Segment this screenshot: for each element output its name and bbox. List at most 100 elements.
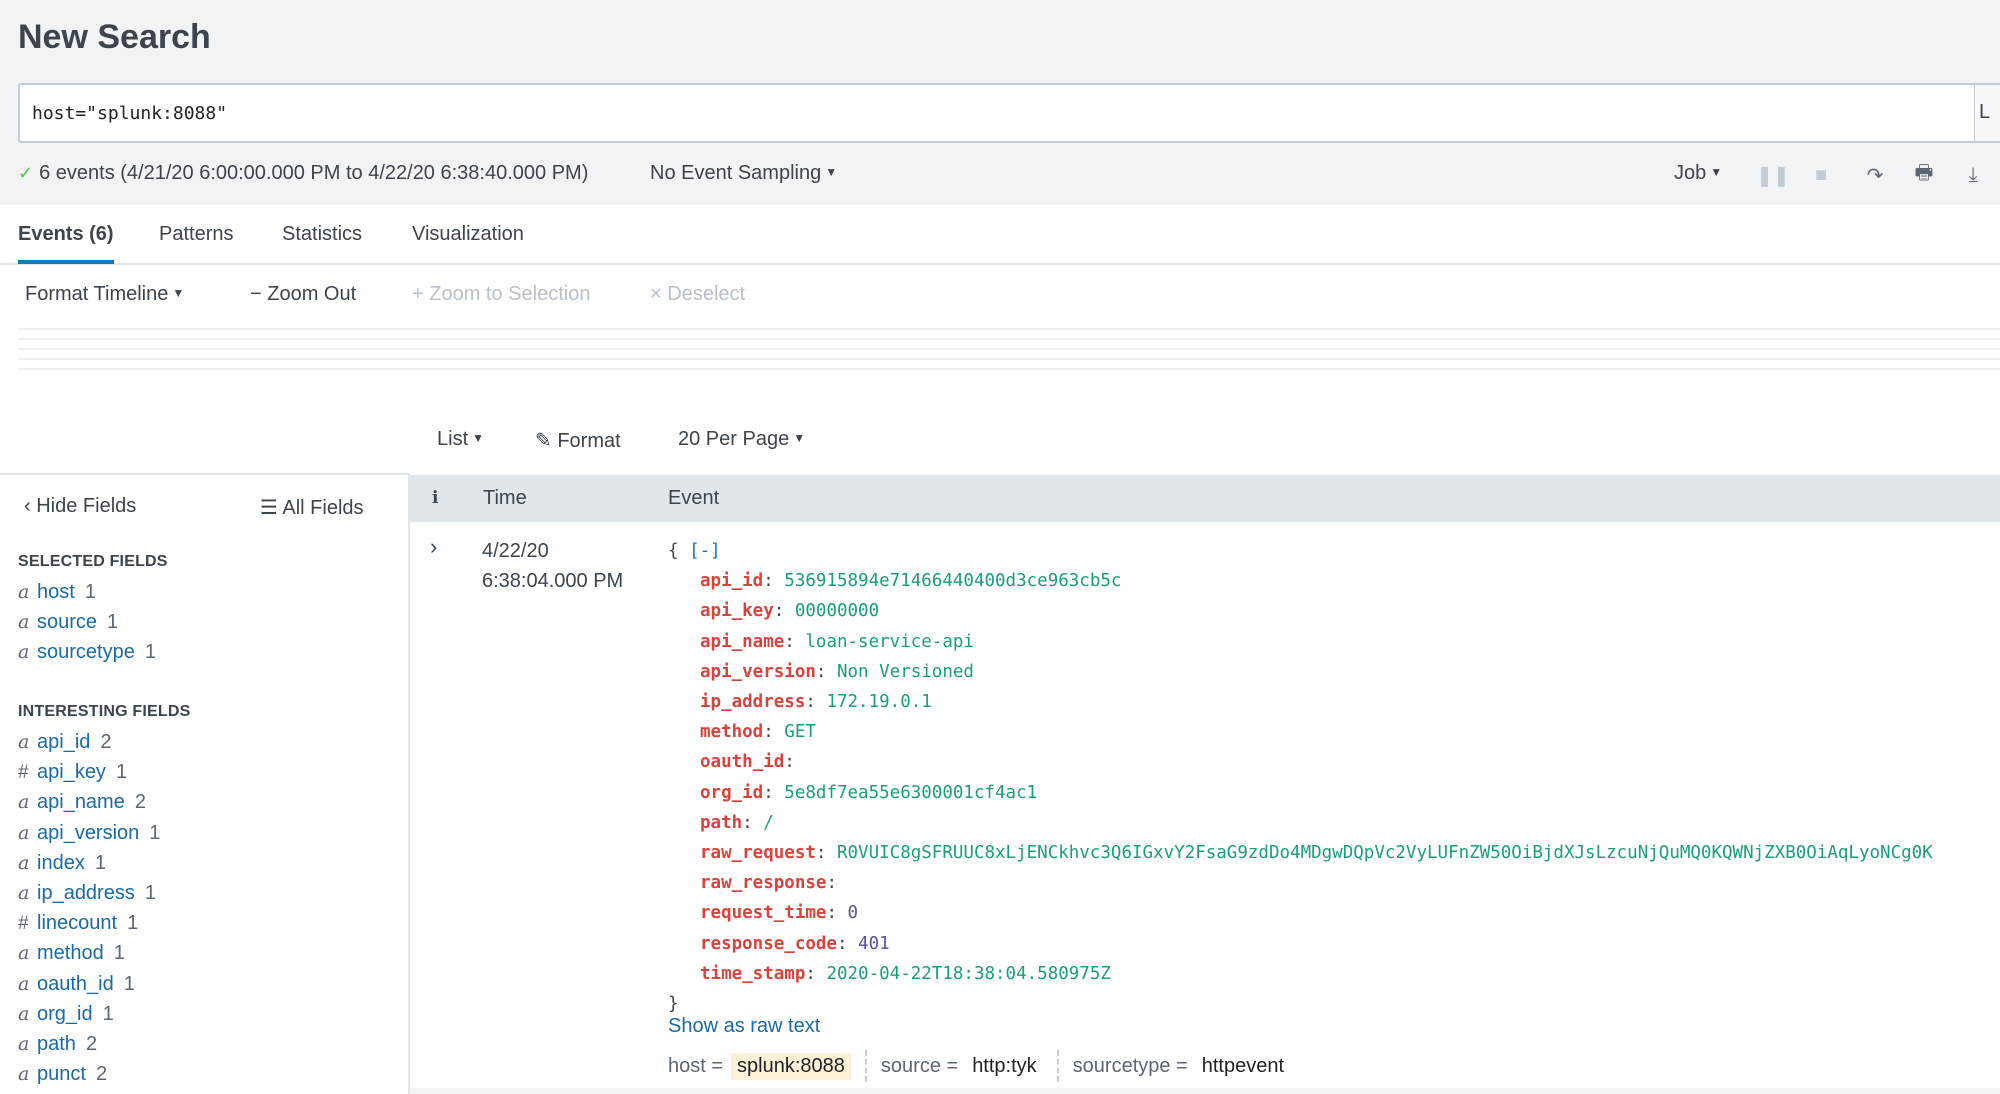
field-name[interactable]: index xyxy=(37,852,85,875)
json-key[interactable]: raw_response xyxy=(700,873,826,893)
caret-down-icon: ▼ xyxy=(472,431,485,445)
job-menu[interactable]: Job ▼ xyxy=(1674,162,1722,185)
field-value-count: 1 xyxy=(115,761,128,784)
json-value[interactable]: R0VUIC8gSFRUUC8xLjENCkhvc3Q6IGxvY2FsaG9z… xyxy=(837,843,1933,863)
field-name[interactable]: api_name xyxy=(37,791,125,814)
pause-icon[interactable]: ❚❚ xyxy=(1756,160,1790,190)
results-tabs: Events (6) Patterns Statistics Visualiza… xyxy=(0,205,2000,265)
per-page-label: 20 Per Page xyxy=(678,428,790,450)
hide-fields-button[interactable]: ‹ Hide Fields xyxy=(24,495,136,518)
field-item[interactable]: a org_id 1 xyxy=(18,1003,114,1026)
collapse-toggle[interactable]: [-] xyxy=(689,541,721,561)
field-name[interactable]: linecount xyxy=(37,912,117,935)
field-name[interactable]: oauth_id xyxy=(37,973,114,996)
zoom-out-label: Zoom Out xyxy=(267,283,357,305)
json-colon: : xyxy=(805,692,827,713)
close-brace: } xyxy=(668,994,679,1015)
json-key[interactable]: raw_request xyxy=(700,843,816,863)
fields-sidebar: ‹ Hide Fields ☰ All Fields SELECTED FIEL… xyxy=(0,473,410,1094)
json-value[interactable]: 2020-04-22T18:38:04.580975Z xyxy=(826,964,1110,984)
field-item[interactable]: a path 2 xyxy=(18,1033,97,1056)
timeline-chart[interactable] xyxy=(18,328,2000,384)
json-value[interactable]: loan-service-api xyxy=(805,632,974,652)
field-name[interactable]: host xyxy=(37,581,75,604)
field-item[interactable]: a sourcetype 1 xyxy=(18,641,156,664)
zoom-to-selection-button[interactable]: + Zoom to Selection xyxy=(412,283,590,306)
metadata-value[interactable]: splunk:8088 xyxy=(731,1052,851,1080)
json-value[interactable]: 172.19.0.1 xyxy=(826,692,931,712)
json-field-row: response_code: 401 xyxy=(668,929,1933,959)
json-value[interactable]: / xyxy=(763,813,774,833)
json-key[interactable]: api_id xyxy=(700,571,763,591)
field-name[interactable]: punct xyxy=(37,1063,86,1086)
search-input[interactable] xyxy=(20,85,1974,141)
field-name[interactable]: source xyxy=(37,611,97,634)
format-timeline-dropdown[interactable]: Format Timeline ▼ xyxy=(25,283,184,306)
field-item[interactable]: a source 1 xyxy=(18,611,118,634)
field-item[interactable]: a ip_address 1 xyxy=(18,882,156,905)
stop-icon[interactable]: ■ xyxy=(1808,160,1834,190)
json-value[interactable]: 0 xyxy=(848,903,859,923)
json-value[interactable]: Non Versioned xyxy=(837,662,974,682)
field-item[interactable]: a api_id 2 xyxy=(18,731,112,754)
event-sampling-dropdown[interactable]: No Event Sampling ▼ xyxy=(650,162,837,185)
json-key[interactable]: response_code xyxy=(700,934,837,954)
field-item[interactable]: a api_name 2 xyxy=(18,791,146,814)
json-value[interactable]: 5e8df7ea55e6300001cf4ac1 xyxy=(784,783,1037,803)
zoom-out-button[interactable]: − Zoom Out xyxy=(250,283,356,306)
json-key[interactable]: ip_address xyxy=(700,692,805,712)
json-key[interactable]: api_name xyxy=(700,632,784,652)
list-view-dropdown[interactable]: List ▼ xyxy=(437,428,484,451)
open-brace: { xyxy=(668,541,679,561)
field-name[interactable]: path xyxy=(37,1033,76,1056)
event-date: 4/22/20 xyxy=(482,540,549,562)
chevron-right-icon[interactable]: › xyxy=(430,534,437,560)
json-key[interactable]: oauth_id xyxy=(700,752,784,772)
json-key[interactable]: method xyxy=(700,722,763,742)
field-name[interactable]: method xyxy=(37,942,104,965)
field-item[interactable]: a api_version 1 xyxy=(18,822,160,845)
json-key[interactable]: org_id xyxy=(700,783,763,803)
json-value[interactable]: 536915894e71466440400d3ce963cb5c xyxy=(784,571,1121,591)
tab-statistics[interactable]: Statistics xyxy=(282,223,362,260)
json-key[interactable]: path xyxy=(700,813,742,833)
per-page-dropdown[interactable]: 20 Per Page ▼ xyxy=(678,428,805,451)
json-key[interactable]: api_version xyxy=(700,662,816,682)
json-value[interactable]: 401 xyxy=(858,934,890,954)
time-range-picker[interactable]: L xyxy=(1974,83,2000,143)
export-icon[interactable]: ⤓ xyxy=(1960,160,1986,190)
field-name[interactable]: ip_address xyxy=(37,882,135,905)
metadata-value[interactable]: httpevent xyxy=(1196,1053,1290,1080)
field-item[interactable]: a method 1 xyxy=(18,942,125,965)
tab-patterns[interactable]: Patterns xyxy=(159,223,233,260)
search-bar[interactable] xyxy=(18,83,1975,143)
time-column-header[interactable]: Time xyxy=(483,487,527,510)
share-icon[interactable]: ↷ xyxy=(1862,160,1888,190)
json-key[interactable]: time_stamp xyxy=(700,964,805,984)
chevron-left-icon: ‹ xyxy=(24,495,37,517)
field-name[interactable]: org_id xyxy=(37,1003,93,1026)
format-button[interactable]: ✎ Format xyxy=(535,428,621,453)
field-item[interactable]: # api_key 1 xyxy=(18,761,127,784)
tab-events[interactable]: Events (6) xyxy=(18,223,114,264)
all-fields-button[interactable]: ☰ All Fields xyxy=(260,495,364,520)
json-key[interactable]: request_time xyxy=(700,903,826,923)
field-item[interactable]: a oauth_id 1 xyxy=(18,973,135,996)
json-colon: : xyxy=(763,722,785,743)
json-value[interactable]: 00000000 xyxy=(795,601,879,621)
field-item[interactable]: a punct 2 xyxy=(18,1063,107,1086)
deselect-button[interactable]: × Deselect xyxy=(650,283,745,306)
field-item[interactable]: a host 1 xyxy=(18,581,96,604)
field-item[interactable]: # linecount 1 xyxy=(18,912,138,935)
print-icon[interactable]: 🖶 xyxy=(1911,160,1937,190)
field-name[interactable]: sourcetype xyxy=(37,641,135,664)
json-key[interactable]: api_key xyxy=(700,601,774,621)
field-name[interactable]: api_version xyxy=(37,822,139,845)
metadata-value[interactable]: http:tyk xyxy=(966,1053,1042,1080)
field-name[interactable]: api_id xyxy=(37,731,90,754)
show-raw-text-link[interactable]: Show as raw text xyxy=(668,1015,820,1038)
field-name[interactable]: api_key xyxy=(37,761,106,784)
json-value[interactable]: GET xyxy=(784,722,816,742)
field-item[interactable]: a index 1 xyxy=(18,852,106,875)
tab-visualization[interactable]: Visualization xyxy=(412,223,524,260)
